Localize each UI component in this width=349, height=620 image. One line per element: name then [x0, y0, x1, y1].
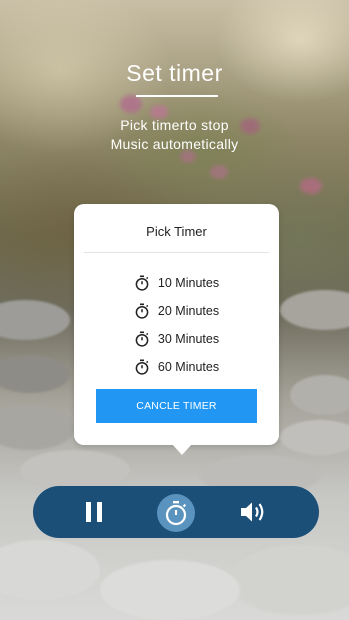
timer-option-10[interactable]: 10 Minutes — [74, 272, 279, 294]
stopwatch-icon — [165, 501, 187, 526]
timer-button[interactable] — [157, 494, 195, 532]
timer-picker-popup: Pick Timer 10 Minutes 20 Minutes 30 Minu… — [74, 204, 279, 445]
timer-option-label: 60 Minutes — [157, 360, 220, 374]
timer-option-60[interactable]: 60 Minutes — [74, 356, 279, 378]
stopwatch-icon — [135, 275, 149, 291]
subtitle-line-2: Music autometically — [110, 136, 239, 152]
stopwatch-icon — [135, 331, 149, 347]
stopwatch-icon — [135, 359, 149, 375]
cancel-timer-button[interactable]: CANCLE TIMER — [96, 389, 257, 423]
timer-option-label: 20 Minutes — [157, 304, 220, 318]
stopwatch-icon — [135, 303, 149, 319]
timer-option-label: 30 Minutes — [157, 332, 220, 346]
volume-icon — [241, 502, 264, 522]
player-control-bar — [33, 486, 319, 538]
popup-divider — [84, 252, 269, 253]
page-subtitle: Pick timerto stop Music autometically — [0, 116, 349, 154]
pause-button[interactable] — [79, 498, 109, 526]
popup-pointer — [172, 444, 192, 455]
popup-title: Pick Timer — [146, 224, 207, 239]
volume-button[interactable] — [237, 498, 269, 526]
timer-option-30[interactable]: 30 Minutes — [74, 328, 279, 350]
pause-icon — [86, 502, 102, 522]
subtitle-line-1: Pick timerto stop — [120, 117, 229, 133]
timer-option-20[interactable]: 20 Minutes — [74, 300, 279, 322]
page-title: Set timer — [126, 60, 223, 86]
timer-option-label: 10 Minutes — [157, 276, 220, 290]
title-underline — [136, 95, 218, 97]
